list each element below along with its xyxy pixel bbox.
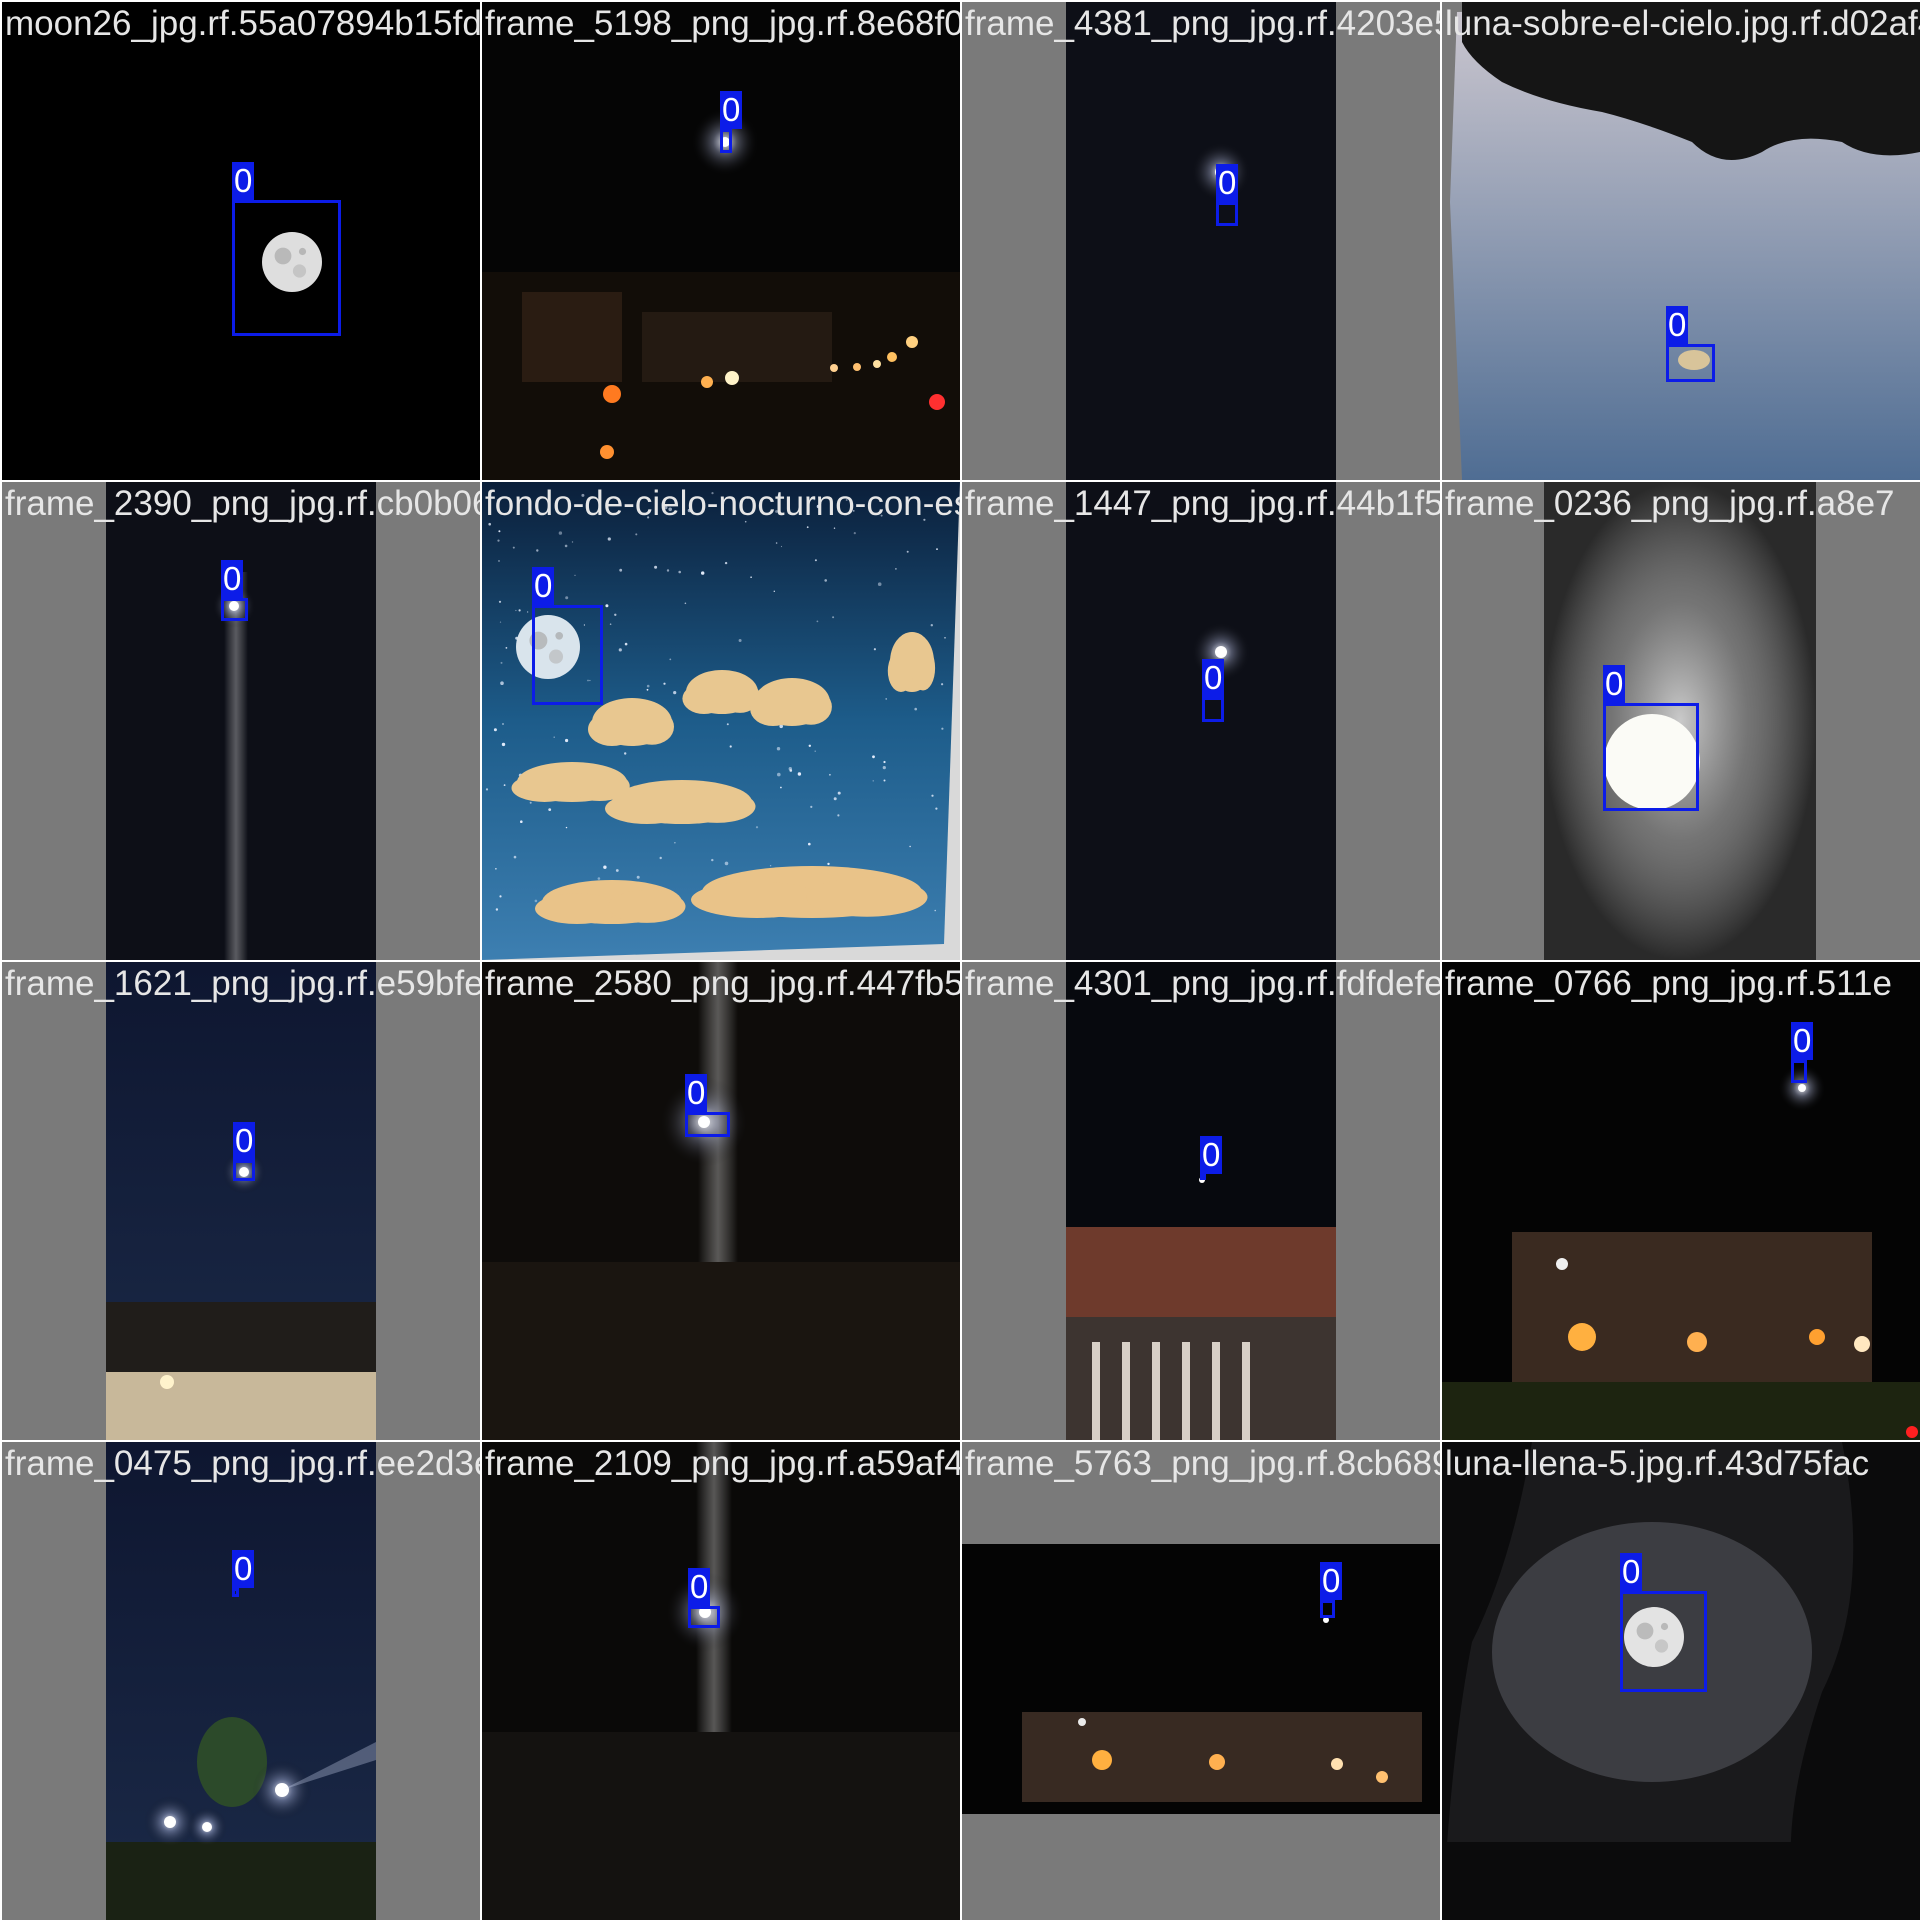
tile-filename: moon26_jpg.rf.55a07894b15fd1de45928 [5,4,480,43]
detection-class-label: 0 [233,1122,256,1160]
detection-box [532,605,603,705]
mosaic-tile: frame_5763_png_jpg.rf.8cb689f3ebfa635e9a… [962,1442,1440,1920]
tile-filename: frame_2109_png_jpg.rf.a59af4aeab5979c94b… [485,1444,960,1483]
tile-image [1442,962,1920,1440]
mosaic-tile: frame_2109_png_jpg.rf.a59af4aeab5979c94b… [482,1442,960,1920]
detection-box [1202,697,1224,722]
mosaic-tile: frame_4381_png_jpg.rf.4203e57b05bae9046c… [962,2,1440,480]
detection-class-label: 0 [232,162,255,200]
mosaic-grid: moon26_jpg.rf.55a07894b15fd1de45928 0 fra… [0,0,1920,1920]
detection-box [1603,703,1699,811]
detection-box [685,1112,730,1137]
mosaic-tile: frame_2580_png_jpg.rf.447fb534e48242898f… [482,962,960,1440]
mosaic-tile: moon26_jpg.rf.55a07894b15fd1de45928 0 [2,2,480,480]
detection-box [1666,344,1715,382]
tile-filename: frame_5198_png_jpg.rf.8e68f0273fa1361b98… [485,4,960,43]
detection-box [720,129,732,153]
tile-image [482,2,960,480]
detection-class-label: 0 [1202,659,1225,697]
tile-image [962,1442,1440,1920]
detection-class-label: 0 [1216,164,1239,202]
detection-box [1216,202,1238,226]
detection-class-label: 0 [1666,306,1689,344]
tile-image [482,962,960,1440]
mosaic-tile: frame_2390_png_jpg.rf.cb0b065f48d638eafe… [2,482,480,960]
tile-image [2,482,480,960]
tile-filename: frame_4301_png_jpg.rf.fdfdefe4a3157667eb… [965,964,1440,1003]
detection-box [221,598,248,621]
detection-box [232,200,341,336]
detection-class-label: 0 [1603,665,1626,703]
detection-class-label: 0 [720,91,743,129]
tile-filename: frame_5763_png_jpg.rf.8cb689f3ebfa635e9a [965,1444,1440,1483]
tile-image [962,482,1440,960]
tile-image [482,482,960,960]
tile-filename: frame_0475_png_jpg.rf.ee2d3ec9e2f1753fc1 [5,1444,480,1483]
tile-filename: luna-llena-5.jpg.rf.43d75fac [1445,1444,1870,1483]
tile-image [962,2,1440,480]
detection-box [1200,1174,1206,1180]
tile-filename: frame_2580_png_jpg.rf.447fb534e48242898f [485,964,960,1003]
tile-filename: frame_2390_png_jpg.rf.cb0b065f48d638eafe [5,484,480,523]
tile-filename: luna-sobre-el-cielo.jpg.rf.d02af4 [1445,4,1920,43]
detection-class-label: 0 [532,567,555,605]
mosaic-tile: frame_0236_png_jpg.rf.a8e7 0 [1442,482,1920,960]
detection-box [1620,1591,1707,1692]
mosaic-tile: luna-sobre-el-cielo.jpg.rf.d02af4 0 [1442,2,1920,480]
tile-filename: frame_1447_png_jpg.rf.44b1f5021693164f7c… [965,484,1440,523]
tile-image [2,1442,480,1920]
mosaic-tile: frame_1447_png_jpg.rf.44b1f5021693164f7c… [962,482,1440,960]
tile-image [962,962,1440,1440]
mosaic-tile: fondo-de-cielo-nocturno-con-estrellas 0 [482,482,960,960]
detection-class-label: 0 [1620,1553,1643,1591]
tile-image [1442,2,1920,480]
mosaic-tile: frame_4301_png_jpg.rf.fdfdefe4a3157667eb… [962,962,1440,1440]
detection-box [1320,1600,1335,1618]
tile-filename: frame_0236_png_jpg.rf.a8e7 [1445,484,1895,523]
detection-box [233,1160,255,1181]
tile-filename: frame_4381_png_jpg.rf.4203e57b05bae9046c… [965,4,1440,43]
mosaic-tile: frame_0475_png_jpg.rf.ee2d3ec9e2f1753fc1… [2,1442,480,1920]
tile-filename: fondo-de-cielo-nocturno-con-estrellas [485,484,960,523]
detection-class-label: 0 [1320,1562,1343,1600]
tile-image [2,962,480,1440]
mosaic-tile: luna-llena-5.jpg.rf.43d75fac 0 [1442,1442,1920,1920]
detection-class-label: 0 [1200,1136,1223,1174]
detection-class-label: 0 [232,1550,255,1588]
detection-class-label: 0 [688,1568,711,1606]
detection-class-label: 0 [685,1074,708,1112]
detection-class-label: 0 [1791,1022,1814,1060]
tile-image [482,1442,960,1920]
mosaic-tile: frame_5198_png_jpg.rf.8e68f0273fa1361b98… [482,2,960,480]
detection-box [1791,1060,1807,1083]
mosaic-tile: frame_1621_png_jpg.rf.e59bfe5481225f0f01… [2,962,480,1440]
detection-box [688,1606,720,1628]
detection-class-label: 0 [221,560,244,598]
tile-filename: frame_0766_png_jpg.rf.511e [1445,964,1892,1003]
mosaic-tile: frame_0766_png_jpg.rf.511e 0 [1442,962,1920,1440]
tile-filename: frame_1621_png_jpg.rf.e59bfe5481225f0f01… [5,964,480,1003]
detection-box [232,1588,239,1597]
